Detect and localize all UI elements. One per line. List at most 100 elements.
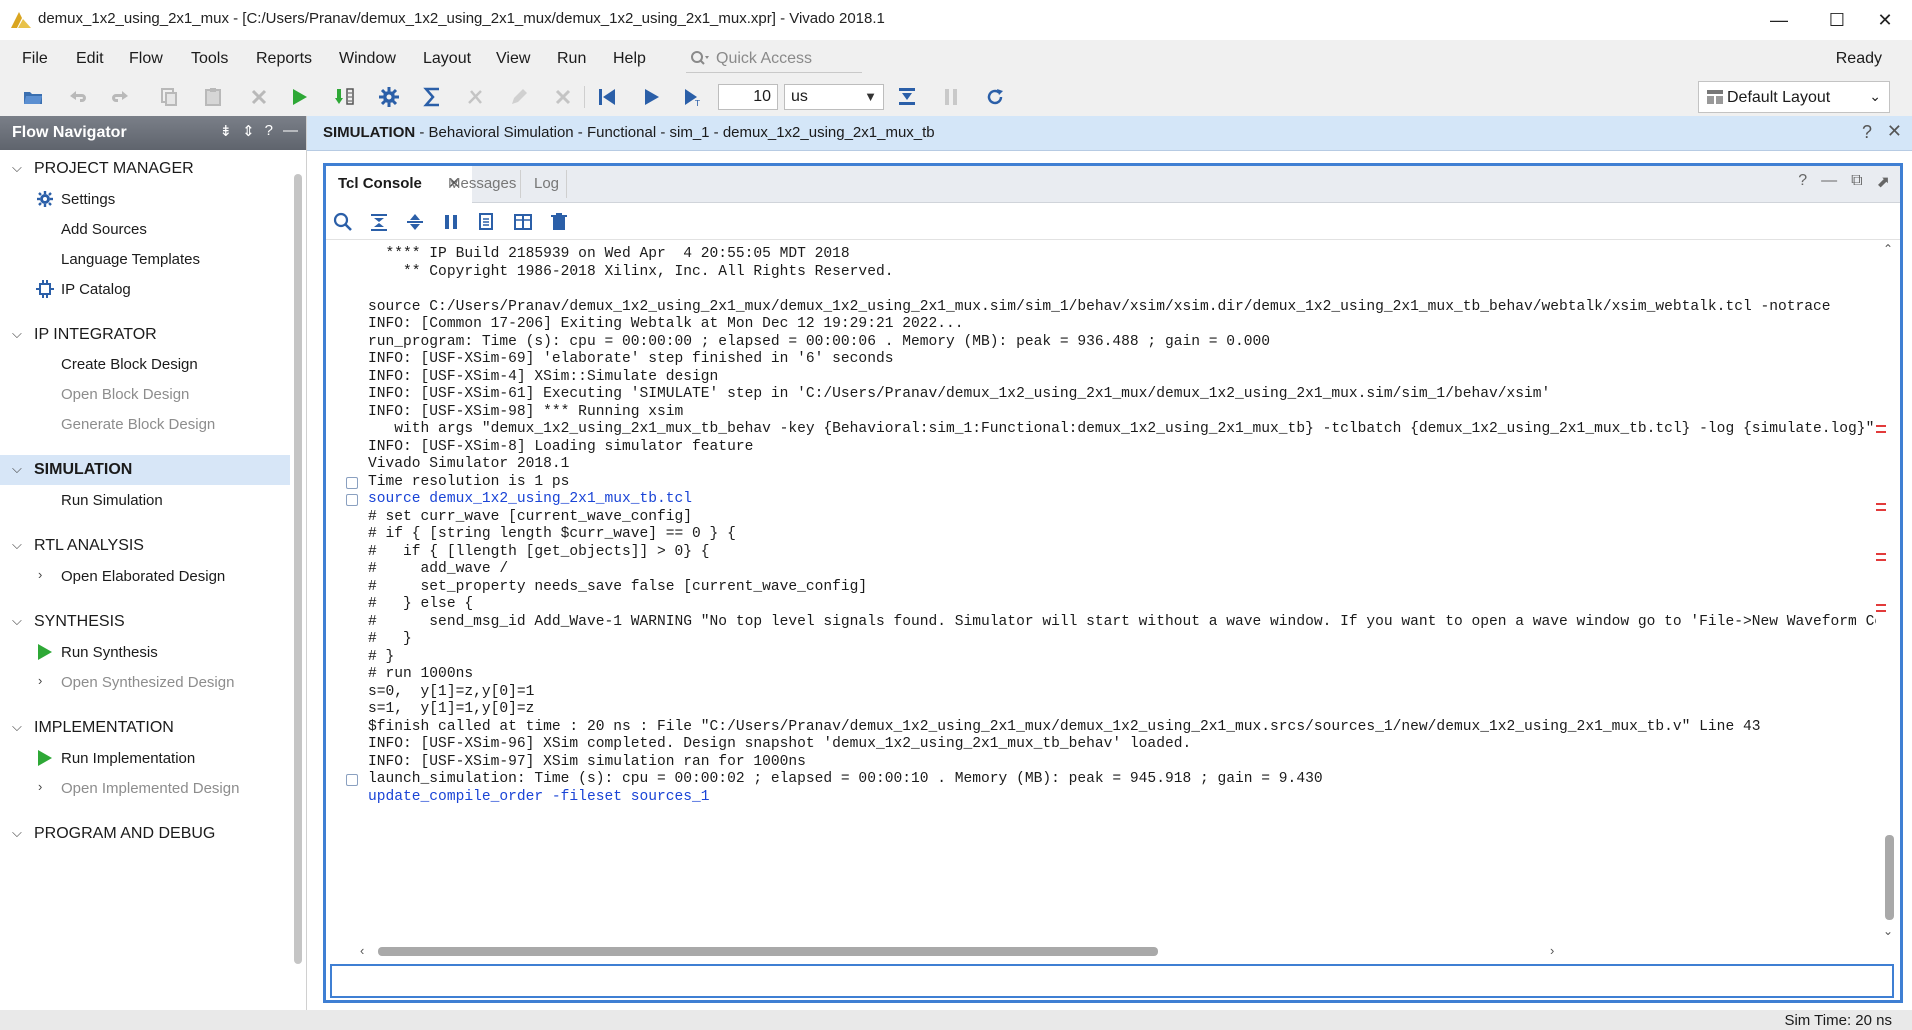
- scroll-up-icon[interactable]: ⌃: [1883, 242, 1893, 256]
- cut-icon[interactable]: [462, 84, 488, 110]
- step-icon[interactable]: [894, 84, 920, 110]
- help-icon[interactable]: ?: [1798, 172, 1807, 192]
- console-vertical-scrollbar[interactable]: ⌃ ⌄: [1879, 240, 1899, 940]
- nav-item-open-block-design[interactable]: Open Block Design: [0, 379, 290, 409]
- flow-navigator-scrollbar[interactable]: [292, 156, 304, 1006]
- nav-item-open-synthesized-design[interactable]: › Open Synthesized Design: [0, 667, 290, 697]
- error-marker[interactable]: [1876, 503, 1886, 511]
- scroll-down-icon[interactable]: ⌄: [1883, 924, 1893, 938]
- layout-select[interactable]: Default Layout ⌄: [1698, 81, 1890, 113]
- trash-icon[interactable]: [546, 209, 572, 235]
- run-icon[interactable]: [286, 84, 312, 110]
- nav-item-language-templates[interactable]: Language Templates: [0, 244, 290, 274]
- run-for-icon[interactable]: T: [680, 84, 706, 110]
- menu-view[interactable]: View: [496, 50, 530, 68]
- menu-file[interactable]: File: [22, 50, 48, 68]
- menu-layout[interactable]: Layout: [423, 50, 471, 68]
- relaunch-icon[interactable]: [982, 84, 1008, 110]
- nav-section-rtl-analysis[interactable]: ⌵ RTL ANALYSIS: [0, 531, 290, 561]
- nav-item-create-block-design[interactable]: Create Block Design: [0, 349, 290, 379]
- break-icon[interactable]: [938, 84, 964, 110]
- run-all-sim-icon[interactable]: [638, 84, 664, 110]
- error-marker[interactable]: [1876, 425, 1886, 433]
- scrollbar-thumb[interactable]: [294, 174, 302, 964]
- collapse-all-icon[interactable]: ⇟: [220, 122, 233, 140]
- open-project-icon[interactable]: [20, 84, 46, 110]
- console-line: # send_msg_id Add_Wave-1 WARNING "No top…: [368, 613, 1876, 630]
- help-icon[interactable]: ?: [1862, 122, 1872, 143]
- tcl-command-input[interactable]: [330, 964, 1894, 998]
- tab-log[interactable]: Log: [522, 166, 571, 202]
- restore-icon[interactable]: ⧉: [1851, 172, 1862, 192]
- nav-section-simulation[interactable]: ⌵ SIMULATION: [0, 455, 290, 485]
- nav-section-program-and-debug[interactable]: ⌵ PROGRAM AND DEBUG: [0, 819, 290, 849]
- settings-icon[interactable]: [376, 84, 402, 110]
- nav-item-open-implemented-design[interactable]: › Open Implemented Design: [0, 773, 290, 803]
- float-icon[interactable]: ⬈: [1877, 172, 1890, 192]
- restart-icon[interactable]: [594, 84, 620, 110]
- tcl-console-output[interactable]: **** IP Build 2185939 on Wed Apr 4 20:55…: [326, 240, 1876, 940]
- expand-all-icon[interactable]: [402, 209, 428, 235]
- nav-item-run-implementation[interactable]: Run Implementation: [0, 743, 290, 773]
- sigma-icon[interactable]: [420, 84, 446, 110]
- scrollbar-thumb[interactable]: [1885, 835, 1894, 920]
- nav-item-label: IP Catalog: [61, 281, 131, 298]
- menu-tools[interactable]: Tools: [191, 50, 228, 68]
- nav-item-generate-block-design[interactable]: Generate Block Design: [0, 409, 290, 439]
- scroll-left-icon[interactable]: ‹: [360, 943, 364, 958]
- nav-item-add-sources[interactable]: Add Sources: [0, 214, 290, 244]
- search-icon[interactable]: [330, 209, 356, 235]
- menu-flow[interactable]: Flow: [129, 50, 163, 68]
- minimize-icon[interactable]: —: [1821, 172, 1837, 192]
- run-all-icon[interactable]: [332, 84, 358, 110]
- nav-section-ip-integrator[interactable]: ⌵ IP INTEGRATOR: [0, 320, 290, 350]
- cancel-icon[interactable]: [550, 84, 576, 110]
- nav-item-ip-catalog[interactable]: IP Catalog: [0, 274, 290, 304]
- delete-icon[interactable]: [246, 84, 272, 110]
- panel-tabs: Tcl Console ✕ Messages Log ? — ⧉ ⬈: [326, 166, 1900, 204]
- nav-item-settings[interactable]: Settings: [0, 184, 290, 214]
- nav-item-run-simulation[interactable]: Run Simulation: [0, 485, 290, 515]
- error-marker[interactable]: [1876, 553, 1886, 561]
- nav-item-open-elaborated-design[interactable]: › Open Elaborated Design: [0, 561, 290, 591]
- table-view-icon[interactable]: [510, 209, 536, 235]
- nav-section-implementation[interactable]: ⌵ IMPLEMENTATION: [0, 713, 290, 743]
- pause-output-icon[interactable]: [438, 209, 464, 235]
- chevron-right-icon: ›: [38, 779, 43, 794]
- copy-icon[interactable]: [156, 84, 182, 110]
- chevron-down-icon: ⌄: [1869, 88, 1881, 104]
- quick-access-search[interactable]: Quick Access: [686, 46, 862, 73]
- nav-section-project-manager[interactable]: ⌵ PROJECT MANAGER: [0, 154, 290, 184]
- undo-icon[interactable]: [64, 84, 90, 110]
- minimize-panel-icon[interactable]: —: [283, 122, 298, 140]
- run-time-unit-select[interactable]: us ▼: [784, 84, 884, 110]
- close-window-button[interactable]: ✕: [1856, 0, 1912, 40]
- error-marker[interactable]: [1876, 604, 1886, 612]
- help-icon[interactable]: ?: [265, 122, 273, 140]
- edit-icon[interactable]: [506, 84, 532, 110]
- fold-toggle-icon[interactable]: [346, 476, 358, 489]
- nav-section-synthesis[interactable]: ⌵ SYNTHESIS: [0, 607, 290, 637]
- run-time-input[interactable]: 10: [718, 84, 778, 110]
- redo-icon[interactable]: [108, 84, 134, 110]
- chevron-down-icon: ⌵: [12, 825, 22, 840]
- minimize-button[interactable]: —: [1750, 0, 1808, 40]
- copy-output-icon[interactable]: [474, 209, 500, 235]
- fold-toggle-icon[interactable]: [346, 774, 358, 786]
- tab-messages[interactable]: Messages: [436, 166, 528, 202]
- console-horizontal-scrollbar[interactable]: ‹ ›: [360, 942, 1880, 960]
- nav-item-label: Settings: [61, 191, 116, 208]
- paste-icon[interactable]: [200, 84, 226, 110]
- menu-window[interactable]: Window: [339, 50, 396, 68]
- expand-all-icon[interactable]: ⇕: [242, 122, 255, 140]
- scrollbar-thumb[interactable]: [378, 947, 1158, 956]
- fold-toggle-icon[interactable]: [346, 494, 358, 506]
- nav-item-run-synthesis[interactable]: Run Synthesis: [0, 637, 290, 667]
- menu-run[interactable]: Run: [557, 50, 586, 68]
- collapse-all-icon[interactable]: [366, 209, 392, 235]
- menu-edit[interactable]: Edit: [76, 50, 104, 68]
- menu-reports[interactable]: Reports: [256, 50, 312, 68]
- scroll-right-icon[interactable]: ›: [1550, 943, 1554, 958]
- close-icon[interactable]: ✕: [1887, 121, 1902, 142]
- menu-help[interactable]: Help: [613, 50, 646, 68]
